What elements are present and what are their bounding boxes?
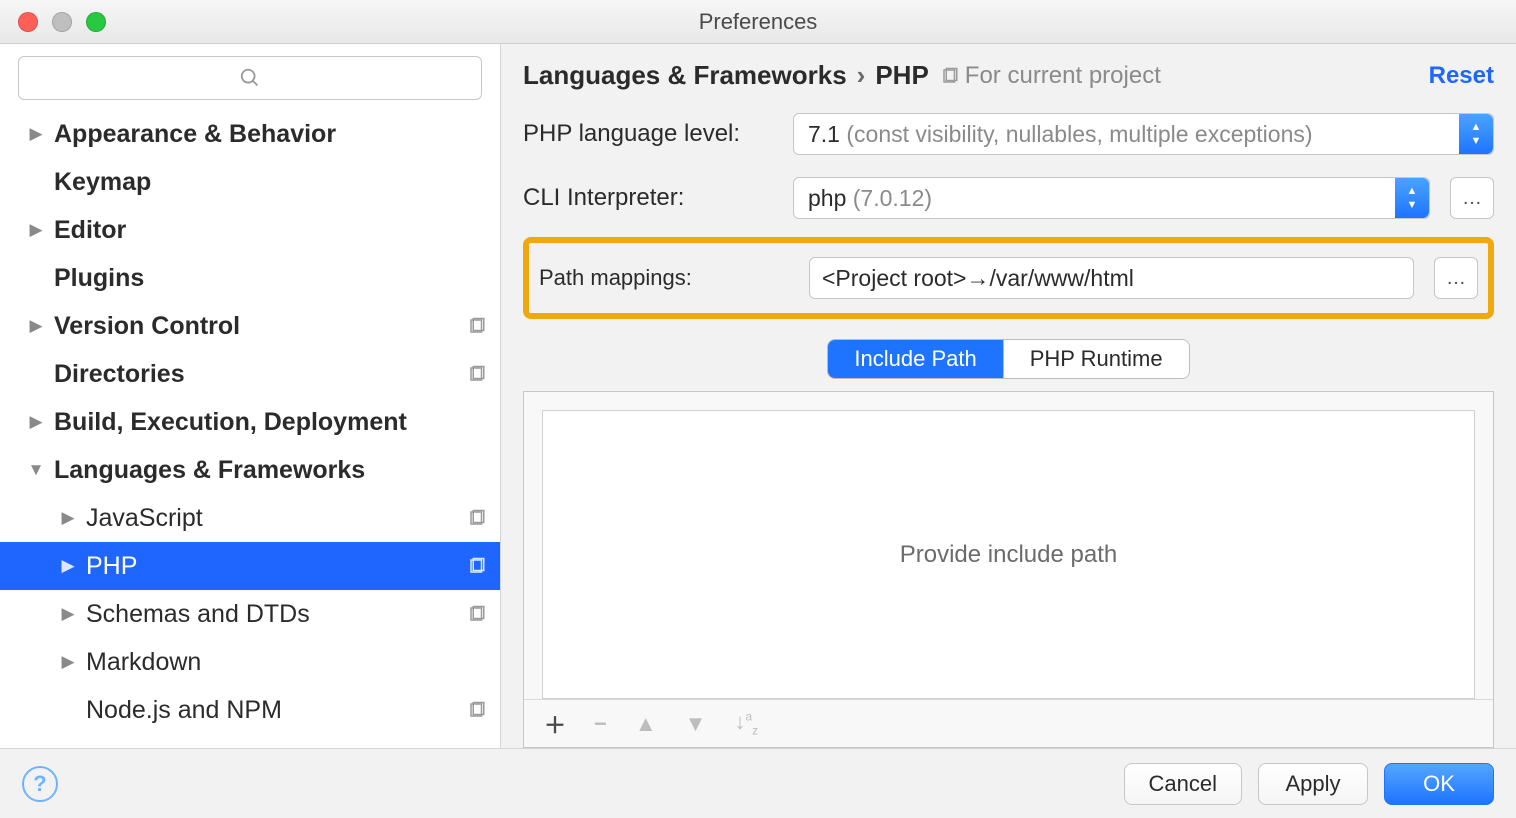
sidebar-item-editor[interactable]: ▶ Editor	[0, 206, 500, 254]
sidebar: ▶Appearance & Behavior▶Keymap▶Editor▶Plu…	[0, 44, 500, 748]
project-scope-icon	[466, 363, 488, 385]
disclosure-closed-icon: ▶	[58, 508, 78, 528]
ok-button[interactable]: OK	[1384, 763, 1494, 805]
cli-interpreter-label: CLI Interpreter:	[523, 184, 773, 212]
sidebar-item-keymap[interactable]: ▶Keymap	[0, 158, 500, 206]
project-scope-icon	[466, 315, 488, 337]
path-mappings-highlight: Path mappings: <Project root>→/var/www/h…	[523, 237, 1494, 319]
sidebar-item-label: Version Control	[54, 312, 458, 341]
sidebar-item-appearance-behavior[interactable]: ▶ Appearance & Behavior	[0, 110, 500, 158]
reset-button[interactable]: Reset	[1429, 62, 1494, 90]
project-scope-icon	[466, 603, 488, 625]
scope-label: For current project	[965, 62, 1161, 90]
cli-interpreter-select[interactable]: php (7.0.12) ▲▼	[793, 177, 1430, 219]
cli-interpreter-browse-button[interactable]: …	[1450, 177, 1494, 219]
sidebar-item-label: Schemas and DTDs	[86, 600, 458, 629]
disclosure-closed-icon: ▶	[58, 556, 78, 576]
sidebar-item-label: PHP	[86, 552, 458, 581]
path-mappings-field[interactable]: <Project root>→/var/www/html	[809, 257, 1414, 299]
sidebar-item-label: Appearance & Behavior	[54, 120, 488, 149]
disclosure-closed-icon: ▶	[58, 652, 78, 672]
sidebar-item-directories[interactable]: ▶Directories	[0, 350, 500, 398]
sidebar-item-markdown[interactable]: ▶ Markdown	[0, 638, 500, 686]
sidebar-item-php[interactable]: ▶ PHP	[0, 542, 500, 590]
include-path-toolbar: ＋ − ▲ ▼ ↓az	[524, 699, 1493, 747]
window-title: Preferences	[0, 9, 1516, 35]
disclosure-closed-icon: ▶	[26, 220, 46, 240]
disclosure-open-icon: ▼	[26, 460, 46, 480]
breadcrumb-b: PHP	[875, 60, 928, 91]
sidebar-item-javascript[interactable]: ▶ JavaScript	[0, 494, 500, 542]
sidebar-item-label: Build, Execution, Deployment	[54, 408, 488, 437]
project-scope-icon	[466, 699, 488, 721]
sidebar-item-label: JavaScript	[86, 504, 458, 533]
add-button[interactable]: ＋	[544, 708, 566, 740]
titlebar: Preferences	[0, 0, 1516, 44]
project-scope-icon	[466, 555, 488, 577]
apply-button[interactable]: Apply	[1258, 763, 1368, 805]
php-language-level-label: PHP language level:	[523, 120, 773, 148]
disclosure-closed-icon: ▶	[58, 604, 78, 624]
php-language-level-row: PHP language level: 7.1 (const visibilit…	[523, 113, 1494, 155]
settings-tree: ▶Appearance & Behavior▶Keymap▶Editor▶Plu…	[0, 110, 500, 748]
footer: ? Cancel Apply OK	[0, 748, 1516, 818]
sidebar-item-schemas-and-dtds[interactable]: ▶ Schemas and DTDs	[0, 590, 500, 638]
sidebar-item-node-js-and-npm[interactable]: ▶Node.js and NPM	[0, 686, 500, 734]
php-language-level-select[interactable]: 7.1 (const visibility, nullables, multip…	[793, 113, 1494, 155]
sidebar-item-label: Directories	[54, 360, 458, 389]
sidebar-item-label: Plugins	[54, 264, 488, 293]
stepper-icon: ▲▼	[1459, 114, 1493, 154]
sidebar-item-plugins[interactable]: ▶Plugins	[0, 254, 500, 302]
sidebar-item-label: Languages & Frameworks	[54, 456, 488, 485]
sidebar-item-label: Markdown	[86, 648, 488, 677]
include-tabs: Include Path PHP Runtime	[827, 339, 1189, 379]
cancel-button[interactable]: Cancel	[1124, 763, 1242, 805]
cli-interpreter-row: CLI Interpreter: php (7.0.12) ▲▼ …	[523, 177, 1494, 219]
breadcrumb-sep-icon: ›	[857, 60, 866, 91]
sort-az-button: ↓az	[734, 709, 758, 737]
breadcrumb-a[interactable]: Languages & Frameworks	[523, 60, 847, 91]
tab-php-runtime[interactable]: PHP Runtime	[1003, 340, 1189, 378]
sidebar-item-label: Node.js and NPM	[86, 696, 458, 725]
search-icon	[239, 67, 261, 89]
include-path-placeholder: Provide include path	[542, 410, 1475, 699]
sidebar-item-label: Keymap	[54, 168, 488, 197]
move-up-button: ▲	[635, 711, 657, 737]
help-button[interactable]: ?	[22, 766, 58, 802]
sidebar-item-version-control[interactable]: ▶ Version Control	[0, 302, 500, 350]
tab-include-path[interactable]: Include Path	[828, 340, 1002, 378]
sidebar-item-languages-frameworks[interactable]: ▼ Languages & Frameworks	[0, 446, 500, 494]
include-path-panel: Provide include path ＋ − ▲ ▼ ↓az	[523, 391, 1494, 748]
move-down-button: ▼	[685, 711, 707, 737]
stepper-icon: ▲▼	[1395, 178, 1429, 218]
disclosure-closed-icon: ▶	[26, 316, 46, 336]
path-mappings-label: Path mappings:	[539, 265, 789, 291]
project-scope-icon	[466, 507, 488, 529]
project-scope-icon	[941, 67, 959, 85]
disclosure-closed-icon: ▶	[26, 124, 46, 144]
path-mappings-browse-button[interactable]: …	[1434, 257, 1478, 299]
search-input[interactable]	[18, 56, 482, 100]
sidebar-item-build-execution-deployment[interactable]: ▶ Build, Execution, Deployment	[0, 398, 500, 446]
breadcrumb-row: Languages & Frameworks › PHP For current…	[523, 60, 1494, 91]
sidebar-item-label: Editor	[54, 216, 488, 245]
settings-pane: Languages & Frameworks › PHP For current…	[500, 44, 1516, 748]
disclosure-closed-icon: ▶	[26, 412, 46, 432]
remove-button: −	[594, 711, 607, 737]
